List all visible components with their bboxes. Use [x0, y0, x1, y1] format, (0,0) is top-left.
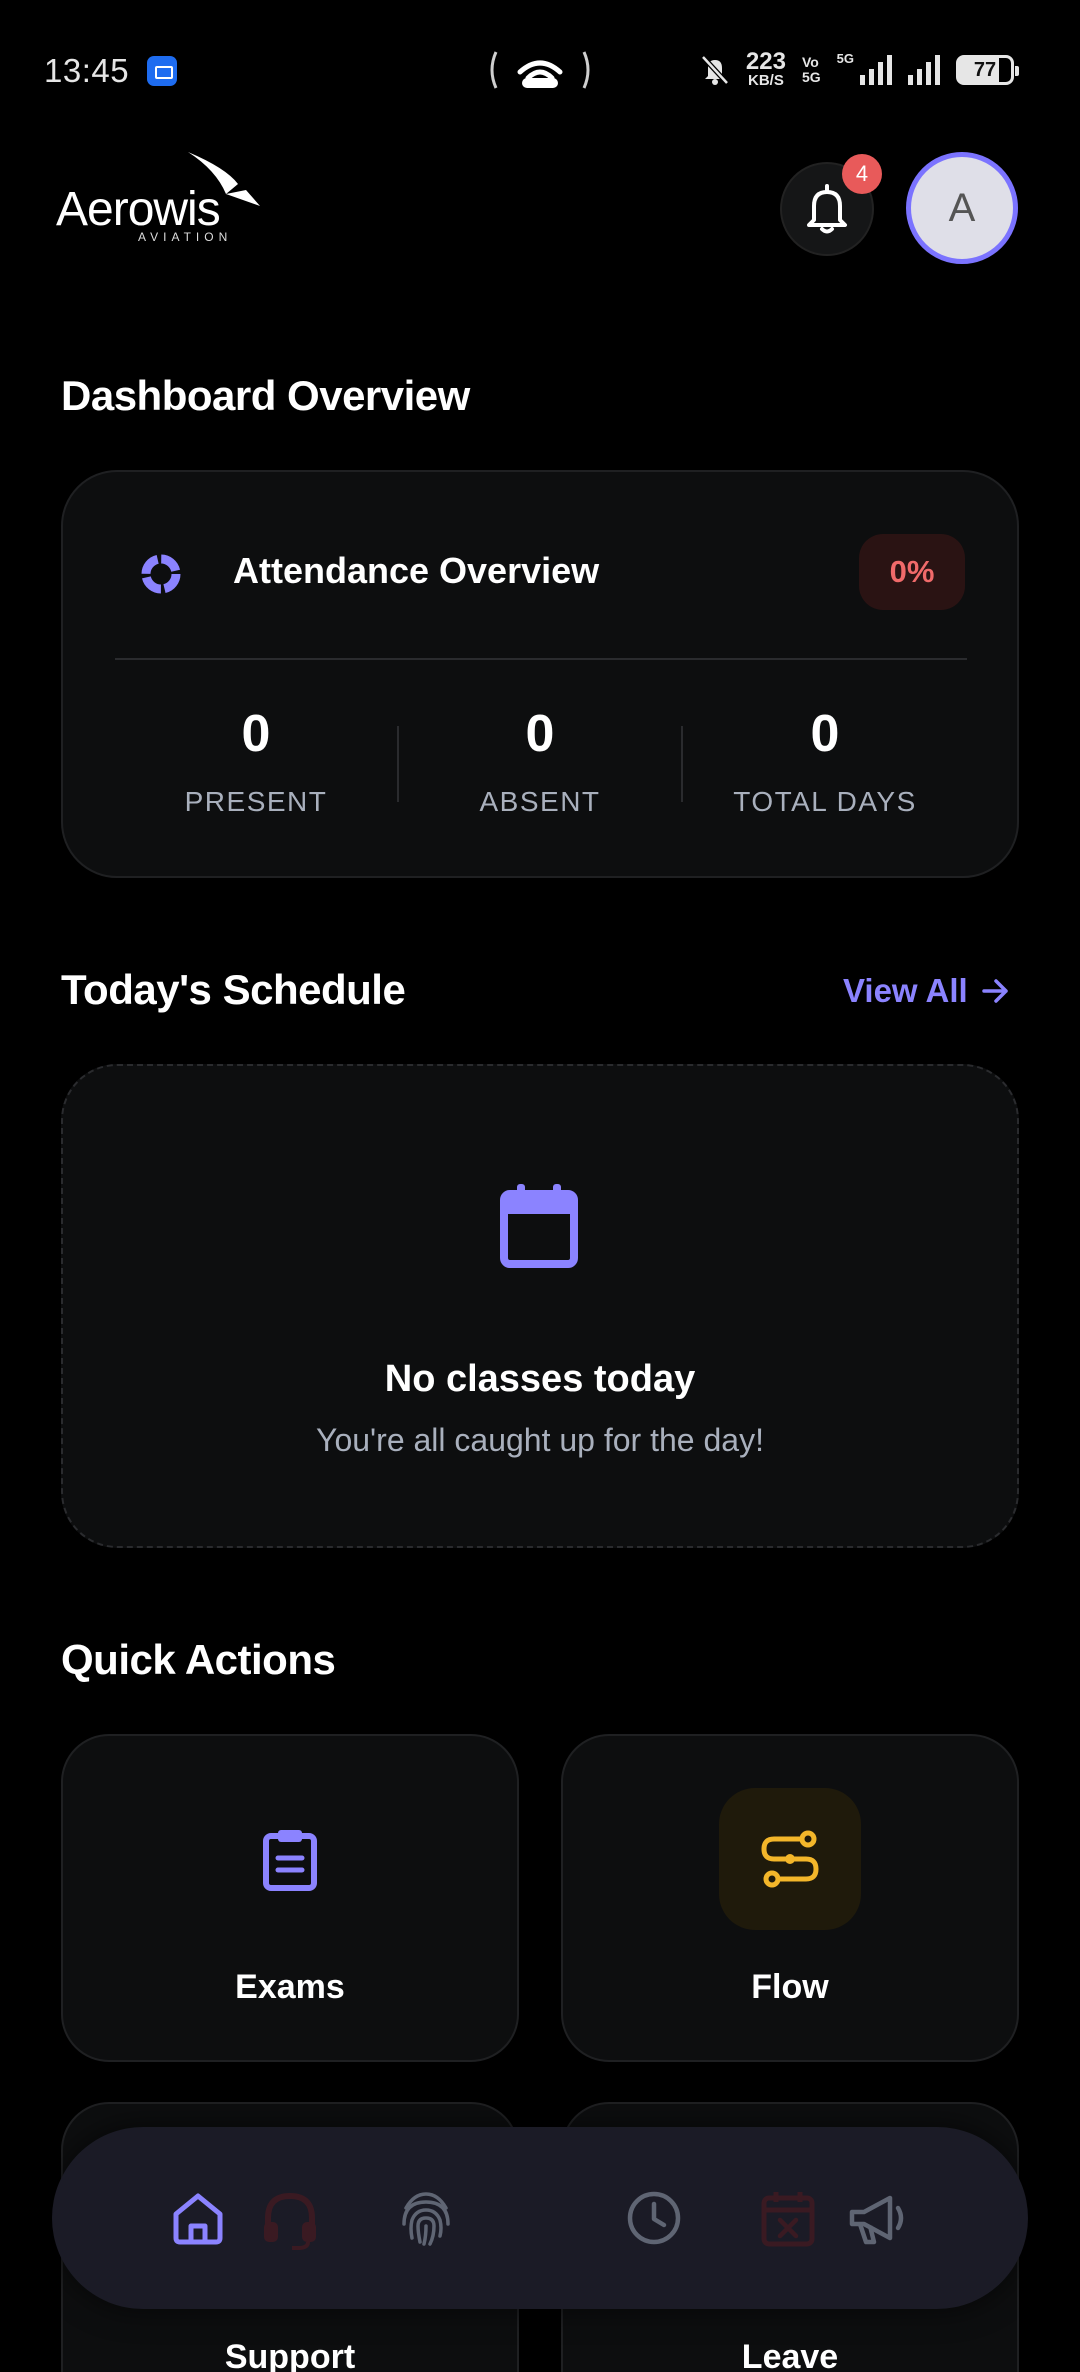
calendar-x-icon	[761, 2192, 815, 2247]
quick-action-label: Leave	[741, 2338, 839, 2372]
empty-title: No classes today	[384, 1358, 696, 1400]
quick-action-flow[interactable]: Flow	[561, 1734, 1019, 2062]
attendance-card[interactable]: Attendance Overview 0% 0 PRESENT 0 ABSEN…	[61, 470, 1019, 878]
clock-icon	[627, 2191, 681, 2245]
mute-icon	[701, 55, 729, 85]
fingerprint-icon	[402, 2192, 450, 2246]
battery-level: 77	[973, 58, 997, 81]
nav-announcements[interactable]	[842, 2182, 914, 2254]
signal-icon	[860, 55, 892, 85]
status-bar: 13:45 223 KB/S Vo 5G 5G 77	[0, 0, 1080, 140]
stat-total-days: 0 TOTAL DAYS	[705, 708, 945, 818]
empty-subtitle: You're all caught up for the day!	[316, 1422, 764, 1458]
quick-actions-title: Quick Actions	[61, 1636, 336, 1683]
stat-present: 0 PRESENT	[136, 708, 376, 818]
nav-support[interactable]	[254, 2182, 326, 2254]
flow-icon	[761, 1830, 819, 1888]
calendar-icon	[500, 1184, 578, 1268]
app-icon	[147, 56, 177, 86]
network-type: 5G	[836, 50, 854, 66]
headset-icon	[264, 2192, 316, 2250]
divider	[397, 726, 399, 802]
status-time: 13:45	[44, 52, 130, 89]
nav-attendance[interactable]	[390, 2182, 462, 2254]
network-speed: 223 KB/S	[745, 48, 786, 89]
signal-icon	[908, 55, 940, 85]
schedule-title: Today's Schedule	[61, 966, 406, 1013]
hotspot-icon	[490, 51, 590, 89]
nav-home[interactable]	[162, 2182, 234, 2254]
divider	[115, 658, 967, 660]
app-logo: Aerowis AVIATION	[56, 150, 260, 244]
schedule-empty-card: No classes today You're all caught up fo…	[61, 1064, 1019, 1548]
stat-value: 0	[810, 705, 840, 763]
quick-action-icon	[719, 1788, 861, 1930]
divider	[681, 726, 683, 802]
bottom-navigation	[52, 2127, 1028, 2309]
megaphone-icon	[849, 2195, 904, 2245]
bell-icon	[807, 184, 847, 234]
clipboard-icon	[263, 1830, 317, 1891]
dashboard-title: Dashboard Overview	[61, 372, 470, 419]
avatar[interactable]: A	[906, 152, 1018, 264]
home-icon	[173, 2193, 223, 2245]
quick-action-label: Support	[224, 2338, 356, 2372]
arrow-right-icon	[981, 979, 1008, 1003]
view-all-link[interactable]: View All	[843, 972, 1010, 1010]
attendance-percentage: 0%	[859, 534, 965, 610]
stat-label: TOTAL DAYS	[733, 786, 917, 817]
attendance-title: Attendance Overview	[233, 550, 600, 591]
stat-value: 0	[525, 705, 555, 763]
nav-leave[interactable]	[752, 2182, 824, 2254]
stat-value: 0	[241, 705, 271, 763]
nav-history[interactable]	[618, 2182, 690, 2254]
quick-action-label: Flow	[751, 1968, 829, 2006]
stat-label: PRESENT	[184, 786, 328, 817]
view-all-label: View All	[843, 972, 968, 1009]
battery-icon: 77	[956, 55, 1019, 85]
stat-label: ABSENT	[479, 786, 601, 817]
stat-absent: 0 ABSENT	[420, 708, 660, 818]
pie-chart-icon	[141, 554, 181, 594]
notification-badge: 4	[842, 154, 882, 194]
quick-action-label: Exams	[235, 1968, 345, 2006]
quick-action-exams[interactable]: Exams	[61, 1734, 519, 2062]
quick-action-icon	[219, 1788, 361, 1930]
volte-indicator: Vo 5G	[801, 54, 821, 85]
